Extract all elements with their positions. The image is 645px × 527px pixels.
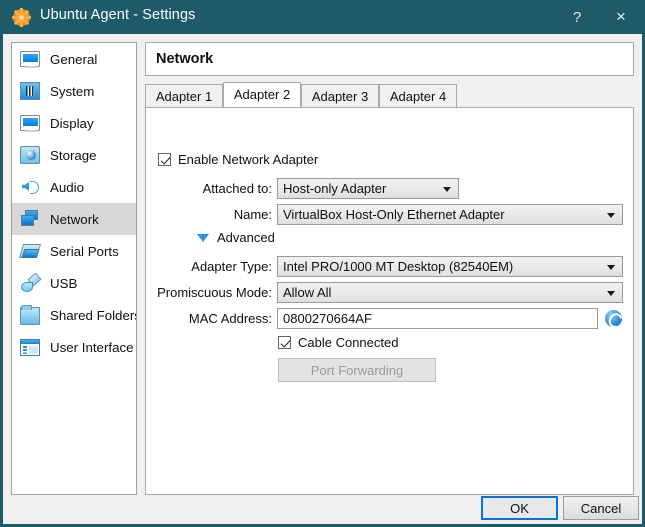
settings-category-list[interactable]: General System Display Storage Audio Net: [11, 42, 137, 495]
ui-window-icon: [20, 337, 40, 357]
page-title: Network: [156, 51, 214, 67]
sidebar-item-label: System: [50, 83, 95, 99]
adapter-type-value: Intel PRO/1000 MT Desktop (82540EM): [283, 259, 514, 274]
adapter-type-dropdown[interactable]: Intel PRO/1000 MT Desktop (82540EM): [277, 256, 623, 277]
attached-to-label: Attached to:: [202, 181, 272, 196]
sidebar-item-label: User Interface: [50, 339, 134, 355]
enable-network-adapter-label: Enable Network Adapter: [178, 152, 319, 167]
title-bar: Ubuntu Agent - Settings ? ×: [0, 0, 645, 34]
attached-to-dropdown[interactable]: Host-only Adapter: [277, 178, 459, 199]
sidebar-item-label: General: [50, 51, 98, 67]
advanced-expander[interactable]: Advanced: [197, 230, 275, 245]
hard-disk-icon: [20, 145, 40, 165]
help-button[interactable]: ?: [555, 0, 599, 34]
cable-connected-label: Cable Connected: [298, 335, 399, 350]
usb-plug-icon: [20, 273, 40, 293]
sidebar-item-serial-ports[interactable]: Serial Ports: [12, 235, 136, 267]
display-icon: [20, 113, 40, 133]
name-label: Name:: [233, 207, 272, 222]
tab-adapter-1[interactable]: Adapter 1: [145, 84, 223, 107]
name-value: VirtualBox Host-Only Ethernet Adapter: [283, 207, 505, 222]
checkbox-box: [158, 153, 171, 166]
sidebar-item-label: Network: [50, 211, 99, 227]
settings-pane: Network Adapter 1 Adapter 2 Adapter 3 Ad…: [145, 42, 634, 495]
attached-to-value: Host-only Adapter: [283, 181, 387, 196]
sidebar-item-label: USB: [50, 275, 78, 291]
refresh-icon[interactable]: [605, 310, 622, 327]
sidebar-item-label: Shared Folders: [50, 307, 137, 323]
sidebar-item-display[interactable]: Display: [12, 107, 136, 139]
sidebar-item-storage[interactable]: Storage: [12, 139, 136, 171]
chevron-down-icon: [607, 264, 615, 270]
tab-adapter-4[interactable]: Adapter 4: [379, 84, 457, 107]
adapter-tabs: Adapter 1 Adapter 2 Adapter 3 Adapter 4: [145, 82, 634, 107]
sidebar-item-user-interface[interactable]: User Interface: [12, 331, 136, 363]
sidebar-item-audio[interactable]: Audio: [12, 171, 136, 203]
speaker-icon: [20, 177, 40, 197]
dialog-body: General System Display Storage Audio Net: [3, 34, 642, 524]
monitor-icon: [20, 49, 40, 69]
sidebar-item-general[interactable]: General: [12, 43, 136, 75]
promiscuous-mode-label: Promiscuous Mode:: [157, 285, 272, 300]
window-title: Ubuntu Agent - Settings: [40, 7, 196, 23]
virtualbox-gear-icon: [12, 8, 31, 27]
promiscuous-mode-dropdown[interactable]: Allow All: [277, 282, 623, 303]
sidebar-item-system[interactable]: System: [12, 75, 136, 107]
triangle-down-icon: [197, 233, 209, 242]
sidebar-item-label: Storage: [50, 147, 97, 163]
port-forwarding-button[interactable]: Port Forwarding: [278, 358, 436, 382]
tab-adapter-2[interactable]: Adapter 2: [223, 82, 301, 107]
serial-port-icon: [20, 241, 40, 261]
sidebar-item-label: Audio: [50, 179, 85, 195]
ok-button[interactable]: OK: [481, 496, 558, 520]
sidebar-item-label: Display: [50, 115, 94, 131]
mac-address-input[interactable]: 0800270664AF: [277, 308, 598, 329]
cpu-chip-icon: [20, 81, 40, 101]
mac-address-value: 0800270664AF: [283, 311, 372, 326]
promiscuous-mode-value: Allow All: [283, 285, 332, 300]
chevron-down-icon: [607, 212, 615, 218]
folder-icon: [20, 305, 40, 325]
adapter-type-label: Adapter Type:: [191, 259, 272, 274]
enable-network-adapter-checkbox[interactable]: Enable Network Adapter: [158, 152, 318, 167]
tab-adapter-3[interactable]: Adapter 3: [301, 84, 379, 107]
mac-address-label: MAC Address:: [188, 311, 272, 326]
cancel-button[interactable]: Cancel: [563, 496, 639, 520]
settings-window: Ubuntu Agent - Settings ? × General Syst…: [0, 0, 645, 527]
sidebar-item-network[interactable]: Network: [12, 203, 136, 235]
sidebar-item-usb[interactable]: USB: [12, 267, 136, 299]
sidebar-item-label: Serial Ports: [50, 243, 119, 259]
pane-header: Network: [145, 42, 634, 76]
network-cards-icon: [20, 209, 40, 229]
cable-connected-checkbox[interactable]: Cable Connected: [278, 335, 398, 350]
chevron-down-icon: [607, 290, 615, 296]
chevron-down-icon: [443, 186, 451, 192]
name-dropdown[interactable]: VirtualBox Host-Only Ethernet Adapter: [277, 204, 623, 225]
adapter-2-panel: Enable Network Adapter Attached to: Host…: [145, 107, 634, 495]
advanced-label: Advanced: [217, 230, 275, 245]
close-button[interactable]: ×: [599, 0, 643, 34]
checkbox-box: [278, 336, 291, 349]
sidebar-item-shared-folders[interactable]: Shared Folders: [12, 299, 136, 331]
